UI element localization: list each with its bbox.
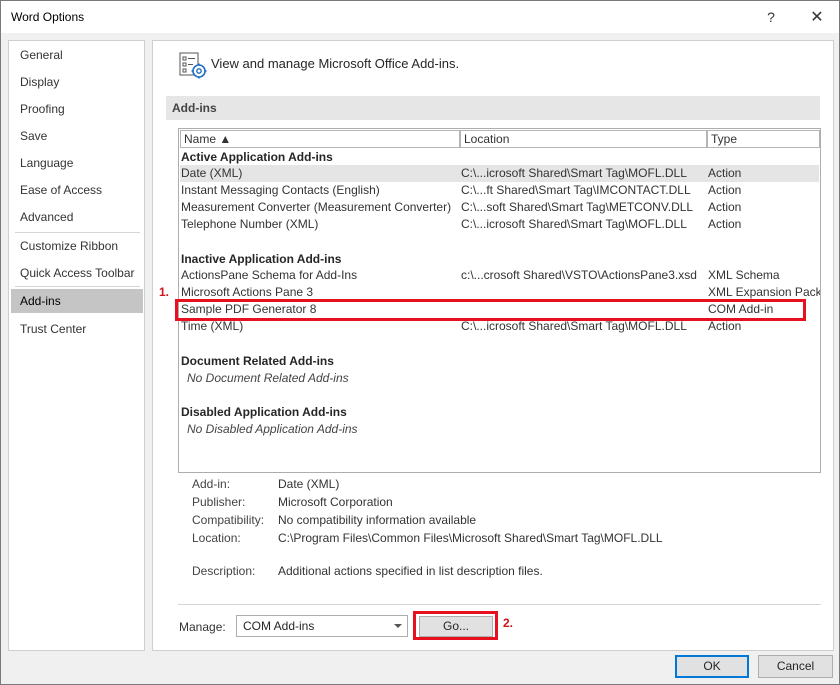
column-header-location[interactable]: Location xyxy=(460,130,707,148)
row-location: C:\...soft Shared\Smart Tag\METCONV.DLL xyxy=(461,200,694,214)
detail-compat-label: Compatibility: xyxy=(192,513,265,527)
group-title-inactive: Inactive Application Add-ins xyxy=(181,252,342,266)
sidebar-item-label: Quick Access Toolbar xyxy=(20,266,135,280)
manage-dropdown-value: COM Add-ins xyxy=(243,619,315,633)
sidebar-item-label: Advanced xyxy=(20,210,74,224)
row-name: Telephone Number (XML) xyxy=(181,217,319,231)
annotation-box-1 xyxy=(175,299,806,321)
annotation-number-1: 1. xyxy=(159,285,170,299)
chevron-down-icon xyxy=(394,624,402,628)
detail-addin-label: Add-in: xyxy=(192,477,231,491)
close-icon: ✕ xyxy=(810,9,824,26)
manage-dropdown[interactable]: COM Add-ins xyxy=(236,615,408,637)
sidebar-item-advanced[interactable]: Advanced xyxy=(11,205,143,229)
group-title-active: Active Application Add-ins xyxy=(181,150,333,164)
close-button[interactable]: ✕ xyxy=(797,1,837,33)
sidebar-item-proofing[interactable]: Proofing xyxy=(11,97,143,121)
row-location: C:\...ft Shared\Smart Tag\IMCONTACT.DLL xyxy=(461,183,691,197)
group-title-disabled: Disabled Application Add-ins xyxy=(181,405,347,419)
cancel-button[interactable]: Cancel xyxy=(758,655,833,678)
sidebar-item-customize-ribbon[interactable]: Customize Ribbon xyxy=(11,234,143,258)
empty-disabled-text: No Disabled Application Add-ins xyxy=(187,422,358,436)
annotation-box-2 xyxy=(413,611,498,640)
row-type: Action xyxy=(708,166,742,180)
row-type: Action xyxy=(708,217,742,231)
detail-desc-value: Additional actions specified in list des… xyxy=(278,564,543,578)
row-location: c:\...crosoft Shared\VSTO\ActionsPane3.x… xyxy=(461,268,697,282)
row-type: Action xyxy=(708,200,742,214)
detail-location-label: Location: xyxy=(192,531,241,545)
row-type: Action xyxy=(708,183,742,197)
sidebar-item-label: Proofing xyxy=(20,102,65,116)
window-title: Word Options xyxy=(11,10,85,24)
sidebar-item-label: Language xyxy=(20,156,74,170)
sidebar-item-label: Ease of Access xyxy=(20,183,103,197)
ok-button[interactable]: OK xyxy=(675,655,749,678)
sidebar-item-language[interactable]: Language xyxy=(11,151,143,175)
sidebar-item-label: Add-ins xyxy=(20,294,61,308)
empty-document-text: No Document Related Add-ins xyxy=(187,371,349,385)
sidebar-item-quick-access-toolbar[interactable]: Quick Access Toolbar xyxy=(11,261,143,285)
sidebar-item-label: Customize Ribbon xyxy=(20,239,119,253)
row-location: C:\...icrosoft Shared\Smart Tag\MOFL.DLL xyxy=(461,217,687,231)
group-title-document: Document Related Add-ins xyxy=(181,354,334,368)
help-icon: ? xyxy=(767,9,775,25)
detail-compat-value: No compatibility information available xyxy=(278,513,477,527)
column-header-type[interactable]: Type xyxy=(707,130,820,148)
sidebar-item-label: Save xyxy=(20,129,48,143)
sidebar-item-add-ins[interactable]: Add-ins xyxy=(11,289,143,313)
section-title: Add-ins xyxy=(166,96,820,120)
row-name: Date (XML) xyxy=(181,166,243,180)
annotation-number-2: 2. xyxy=(503,616,514,630)
panel-header-text: View and manage Microsoft Office Add-ins… xyxy=(211,56,460,71)
row-name: ActionsPane Schema for Add-Ins xyxy=(181,268,358,282)
addins-gear-icon xyxy=(179,52,207,79)
sidebar-item-save[interactable]: Save xyxy=(11,124,143,148)
divider xyxy=(178,604,821,605)
row-type: XML Schema xyxy=(708,268,780,282)
title-bar: Word Options ? ✕ xyxy=(1,1,839,33)
sidebar-divider xyxy=(15,286,140,287)
sidebar-item-label: Display xyxy=(20,75,60,89)
sidebar-divider xyxy=(15,232,140,233)
detail-location-value: C:\Program Files\Common Files\Microsoft … xyxy=(278,531,663,545)
detail-publisher-label: Publisher: xyxy=(192,495,246,509)
row-name: Measurement Converter (Measurement Conve… xyxy=(181,200,452,214)
options-sidebar: General Display Proofing Save Language E… xyxy=(8,40,145,651)
manage-label: Manage: xyxy=(179,620,226,634)
detail-desc-label: Description: xyxy=(192,564,256,578)
help-button[interactable]: ? xyxy=(751,1,791,33)
sidebar-item-general[interactable]: General xyxy=(11,43,143,67)
word-options-dialog: Word Options ? ✕ General Display Proofin… xyxy=(0,0,840,685)
sidebar-item-label: Trust Center xyxy=(20,322,87,336)
row-name: Instant Messaging Contacts (English) xyxy=(181,183,380,197)
detail-addin-value: Date (XML) xyxy=(278,477,340,491)
sidebar-item-trust-center[interactable]: Trust Center xyxy=(11,317,143,341)
column-header-name[interactable]: Name ▲ xyxy=(180,130,460,148)
sidebar-item-ease-of-access[interactable]: Ease of Access xyxy=(11,178,143,202)
row-location: C:\...icrosoft Shared\Smart Tag\MOFL.DLL xyxy=(461,166,687,180)
sidebar-item-label: General xyxy=(20,48,63,62)
sidebar-item-display[interactable]: Display xyxy=(11,70,143,94)
detail-publisher-value: Microsoft Corporation xyxy=(278,495,393,509)
